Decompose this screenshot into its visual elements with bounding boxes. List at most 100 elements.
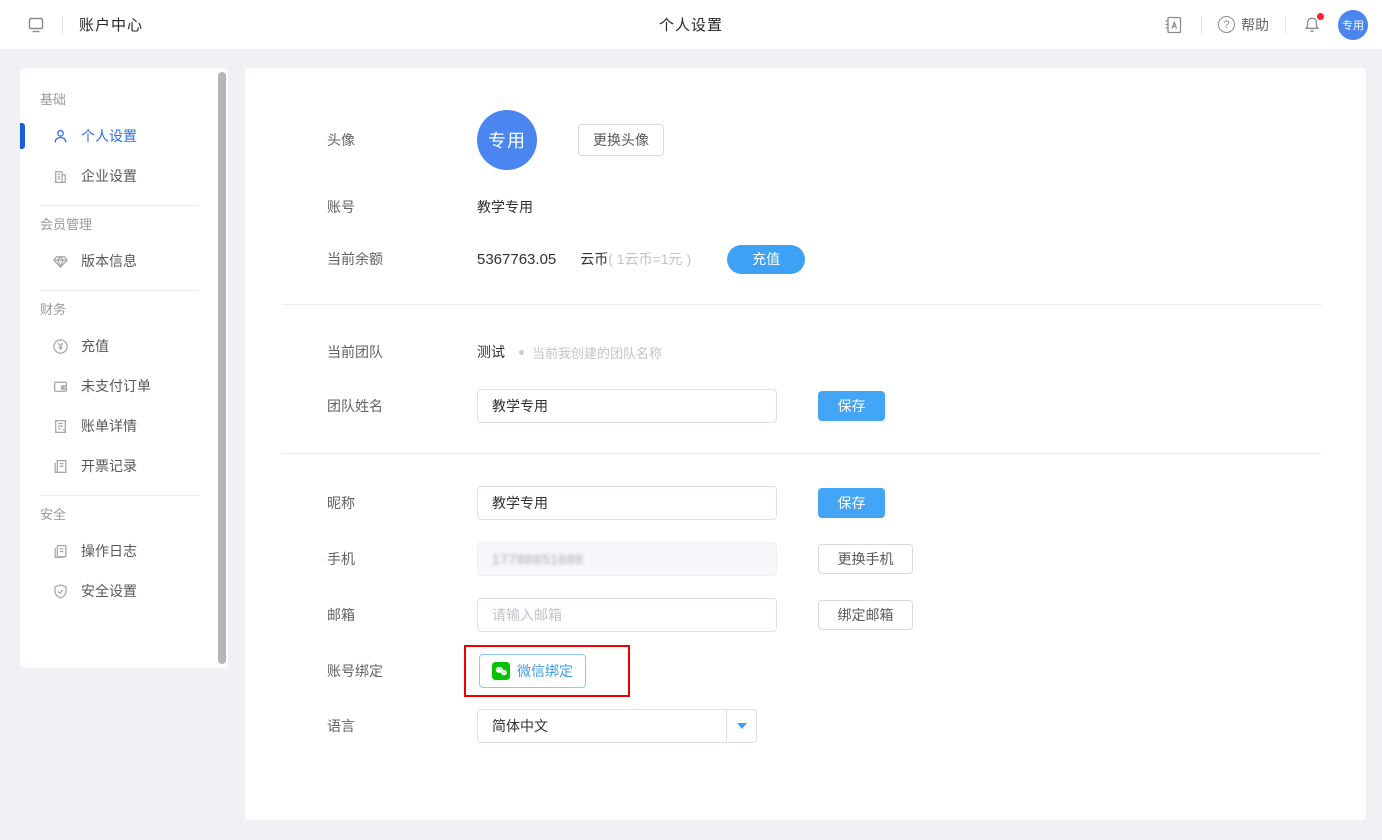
sidebar-item-label: 账单详情	[81, 416, 137, 436]
hint-bullet	[519, 350, 524, 355]
team-name-save-button[interactable]: 保存	[818, 391, 885, 421]
app-title: 账户中心	[79, 14, 143, 35]
help-label: 帮助	[1241, 15, 1269, 35]
language-label: 语言	[327, 716, 477, 736]
sidebar-item-version-info[interactable]: 版本信息	[20, 241, 228, 281]
current-team-value: 测试	[477, 342, 505, 362]
current-team-hint: 当前我创建的团队名称	[532, 343, 662, 362]
settings-panel: 头像 专用 更换头像 账号 教学专用 当前余额 5367763.05 云币 ( …	[245, 68, 1366, 820]
phone-row: 手机 17788851888 更换手机	[327, 542, 1366, 576]
sidebar-divider	[40, 205, 199, 206]
user-icon	[52, 128, 69, 145]
active-indicator	[20, 123, 25, 149]
account-row: 账号 教学专用	[327, 192, 1366, 222]
section-divider	[282, 453, 1322, 454]
sidebar-section-membership: 会员管理	[40, 215, 228, 235]
balance-label: 当前余额	[327, 249, 477, 269]
account-binding-row: 账号绑定 微信绑定	[327, 645, 1366, 697]
sidebar-item-unpaid-orders[interactable]: 未支付订单	[20, 366, 228, 406]
sidebar-item-bill-details[interactable]: 账单详情	[20, 406, 228, 446]
team-name-input[interactable]	[477, 389, 777, 423]
wallet-icon	[52, 378, 69, 395]
phone-value: 17788851888	[492, 551, 583, 567]
team-name-label: 团队姓名	[327, 396, 477, 416]
sidebar-item-label: 开票记录	[81, 456, 137, 476]
current-team-label: 当前团队	[327, 342, 477, 362]
workspace-icon[interactable]	[26, 15, 46, 35]
nickname-label: 昵称	[327, 493, 477, 513]
balance-note: ( 1云币=1元 )	[608, 249, 691, 269]
nickname-input[interactable]	[477, 486, 777, 520]
building-icon	[52, 168, 69, 185]
wechat-bind-button[interactable]: 微信绑定	[479, 654, 586, 688]
sidebar: 基础 个人设置 企业设置 会员管理 版本信息 财务	[20, 68, 228, 668]
sidebar-item-label: 企业设置	[81, 166, 137, 186]
recharge-button[interactable]: 充值	[727, 245, 805, 274]
sidebar-item-security-settings[interactable]: 安全设置	[20, 571, 228, 611]
bill-icon	[52, 418, 69, 435]
team-name-row: 团队姓名 保存	[327, 389, 1366, 423]
sidebar-item-personal-settings[interactable]: 个人设置	[20, 116, 228, 156]
section-divider	[282, 304, 1322, 305]
account-label: 账号	[327, 197, 477, 217]
chevron-down-icon	[737, 723, 747, 729]
email-input[interactable]	[477, 598, 777, 632]
avatar-row: 头像 专用 更换头像	[327, 110, 1366, 170]
email-row: 邮箱 绑定邮箱	[327, 598, 1366, 632]
header-divider	[1285, 16, 1286, 34]
bind-email-button[interactable]: 绑定邮箱	[818, 600, 913, 630]
email-label: 邮箱	[327, 605, 477, 625]
change-phone-button[interactable]: 更换手机	[818, 544, 913, 574]
profile-avatar: 专用	[477, 110, 537, 170]
account-binding-label: 账号绑定	[327, 661, 477, 681]
nickname-row: 昵称 保存	[327, 486, 1366, 520]
user-avatar[interactable]: 专用	[1338, 10, 1368, 40]
nickname-save-button[interactable]: 保存	[818, 488, 885, 518]
invoice-icon	[52, 458, 69, 475]
sidebar-item-invoice-records[interactable]: 开票记录	[20, 446, 228, 486]
sidebar-divider	[40, 290, 199, 291]
header-divider	[1201, 16, 1202, 34]
sidebar-item-recharge[interactable]: 充值	[20, 326, 228, 366]
sidebar-item-enterprise-settings[interactable]: 企业设置	[20, 156, 228, 196]
sidebar-item-label: 个人设置	[81, 126, 137, 146]
wechat-bind-label: 微信绑定	[517, 661, 573, 681]
language-row: 语言 简体中文	[327, 709, 1366, 743]
notification-bell-icon[interactable]	[1302, 15, 1322, 35]
sidebar-item-label: 安全设置	[81, 581, 137, 601]
phone-label: 手机	[327, 549, 477, 569]
sidebar-item-operation-log[interactable]: 操作日志	[20, 531, 228, 571]
sidebar-section-security: 安全	[40, 505, 228, 525]
sidebar-divider	[40, 495, 199, 496]
sidebar-section-basic: 基础	[40, 90, 228, 110]
current-team-row: 当前团队 测试 当前我创建的团队名称	[327, 337, 1366, 367]
sidebar-item-label: 版本信息	[81, 251, 137, 271]
phone-field: 17788851888	[477, 542, 777, 576]
select-arrow-zone[interactable]	[726, 710, 756, 742]
header-right: ? 帮助 专用	[1163, 10, 1368, 40]
annotation-highlight-box: 微信绑定	[464, 645, 630, 697]
top-header: 账户中心 个人设置 ? 帮助 专用	[0, 0, 1382, 50]
notification-dot	[1316, 12, 1325, 21]
balance-value: 5367763.05	[477, 251, 556, 268]
page-title: 个人设置	[659, 14, 723, 35]
gem-icon	[52, 253, 69, 270]
log-icon	[52, 543, 69, 560]
sidebar-section-finance: 财务	[40, 300, 228, 320]
guide-icon[interactable]	[1163, 14, 1185, 36]
change-avatar-button[interactable]: 更换头像	[578, 124, 664, 156]
header-divider	[62, 16, 63, 34]
balance-row: 当前余额 5367763.05 云币 ( 1云币=1元 ) 充值	[327, 237, 1366, 281]
language-select[interactable]: 简体中文	[477, 709, 757, 743]
shield-check-icon	[52, 583, 69, 600]
sidebar-item-label: 操作日志	[81, 541, 137, 561]
sidebar-item-label: 充值	[81, 336, 109, 356]
language-value: 简体中文	[478, 716, 726, 736]
account-value: 教学专用	[477, 197, 533, 217]
help-button[interactable]: ? 帮助	[1218, 15, 1269, 35]
avatar-label: 头像	[327, 130, 477, 150]
yen-circle-icon	[52, 338, 69, 355]
balance-unit: 云币	[580, 249, 608, 269]
sidebar-item-label: 未支付订单	[81, 376, 151, 396]
header-left: 账户中心	[0, 14, 143, 35]
